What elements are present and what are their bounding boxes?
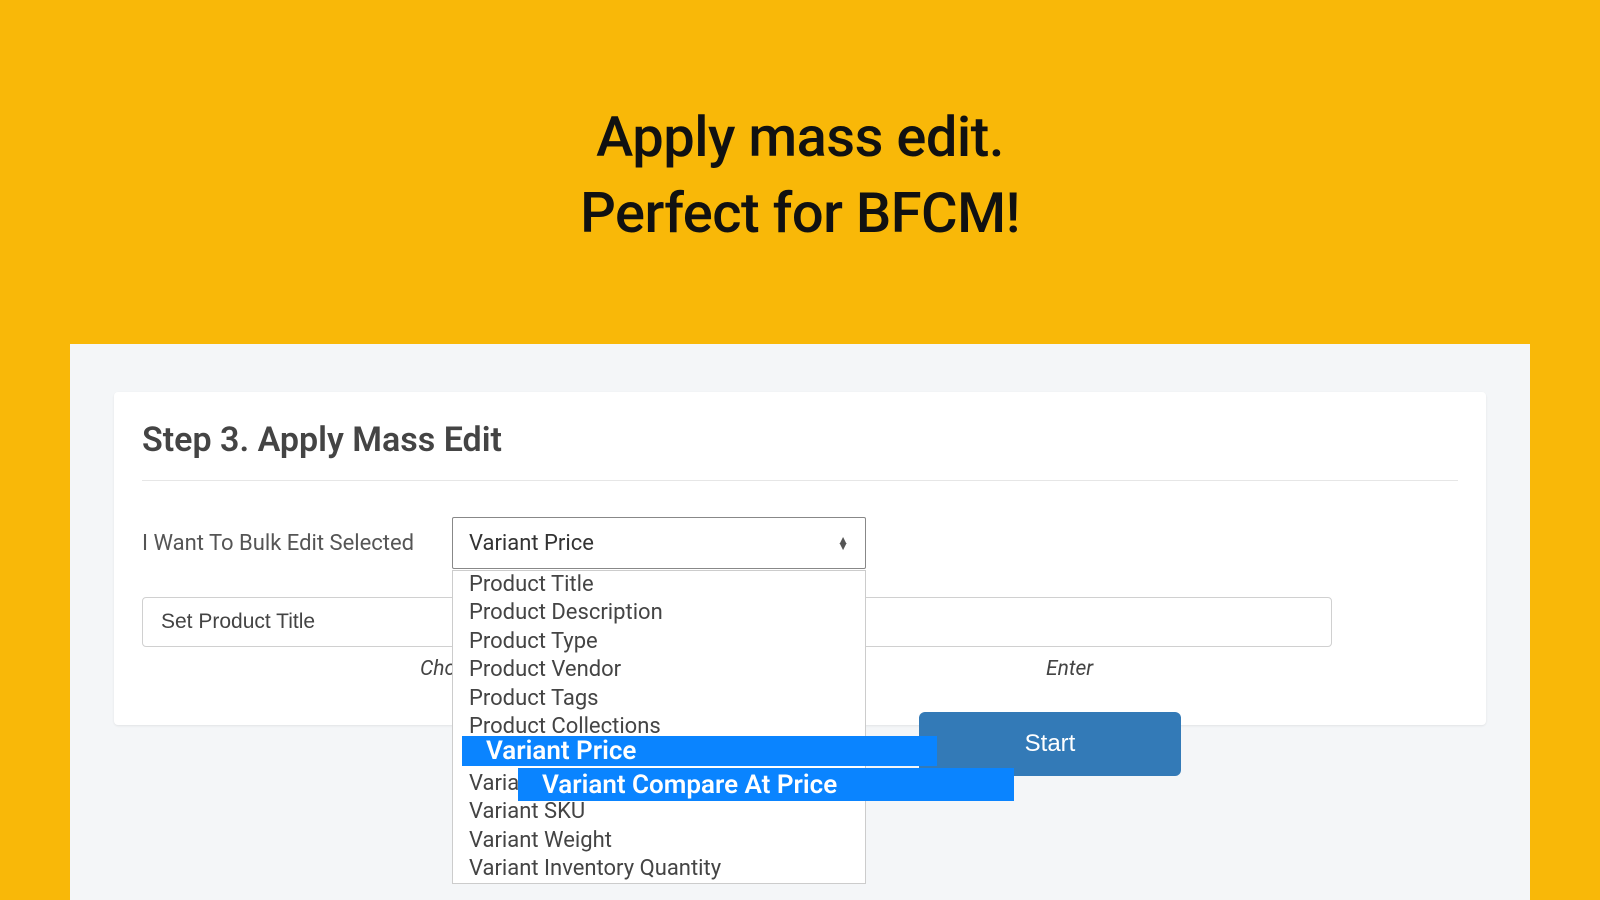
headline-line1: Apply mass edit.: [596, 104, 1004, 170]
dropdown-item[interactable]: Variant SKU: [453, 798, 865, 826]
page-headline: Apply mass edit. Perfect for BFCM!: [0, 0, 1600, 251]
dropdown-item[interactable]: Product Title: [453, 571, 865, 599]
bulk-edit-label: I Want To Bulk Edit Selected: [142, 531, 452, 556]
sort-icon: ▲▼: [837, 537, 849, 549]
dropdown-item[interactable]: Product Type: [453, 628, 865, 656]
highlight-variant-compare[interactable]: Variant Compare At Price: [518, 768, 1014, 801]
mass-edit-card: Step 3. Apply Mass Edit I Want To Bulk E…: [114, 392, 1486, 725]
dropdown-item[interactable]: Variant Weight: [453, 827, 865, 855]
dropdown-item[interactable]: Variant Inventory Quantity: [453, 855, 865, 883]
dropdown-list[interactable]: Product Title Product Description Produc…: [452, 570, 866, 884]
highlight-variant-price[interactable]: Variant Price: [462, 736, 937, 766]
row-select: I Want To Bulk Edit Selected Variant Pri…: [142, 517, 1458, 569]
dropdown-item[interactable]: Product Description: [453, 599, 865, 627]
select-display[interactable]: Variant Price ▲▼: [452, 517, 866, 569]
dropdown-item[interactable]: Product Tags: [453, 685, 865, 713]
select-value: Variant Price: [469, 531, 594, 556]
headline-line2: Perfect for BFCM!: [580, 180, 1020, 246]
panel-outer: Step 3. Apply Mass Edit I Want To Bulk E…: [70, 344, 1530, 900]
start-button[interactable]: Start: [919, 712, 1181, 776]
field-select[interactable]: Variant Price ▲▼ Product Title Product D…: [452, 517, 866, 569]
dropdown-item[interactable]: Product Vendor: [453, 656, 865, 684]
card-title: Step 3. Apply Mass Edit: [142, 420, 1458, 481]
hint-enter: Enter: [1046, 657, 1093, 681]
